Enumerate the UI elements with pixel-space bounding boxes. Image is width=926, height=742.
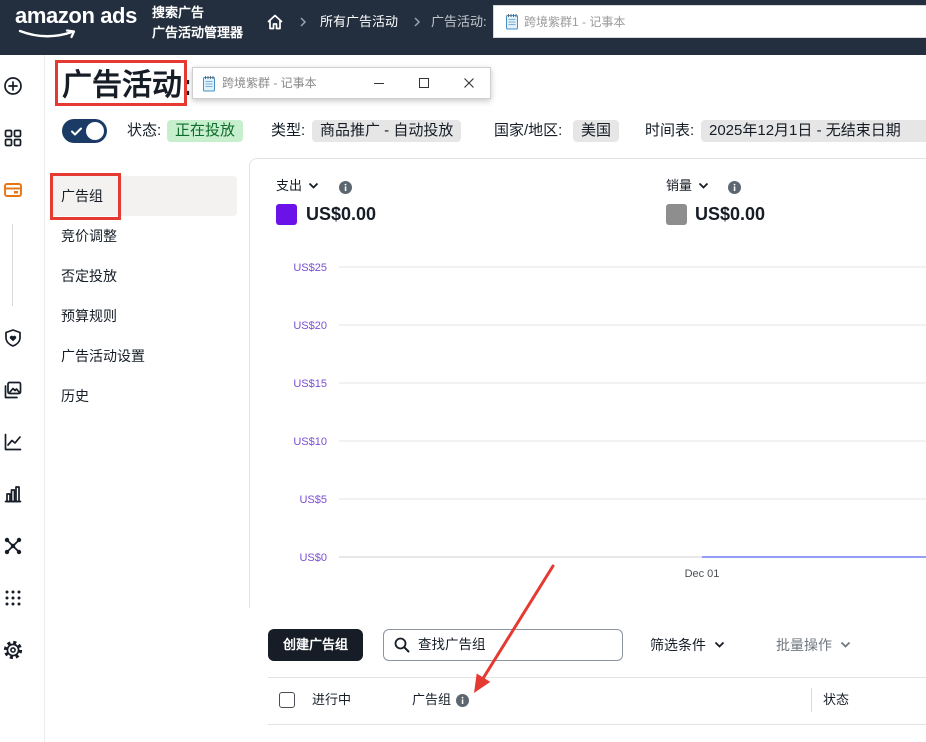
minimize-icon[interactable]	[373, 77, 385, 89]
check-icon	[71, 127, 82, 136]
notepad-window-titlebar[interactable]: 跨境紫群 - 记事本	[192, 67, 491, 99]
notepad-window-tab[interactable]: 跨境紫群1 - 记事本	[493, 5, 926, 38]
info-icon[interactable]	[456, 694, 469, 707]
status-label: 状态:	[127, 122, 162, 139]
metric-selector-sales[interactable]: 销量	[666, 178, 692, 194]
schedule-label: 时间表:	[645, 122, 695, 139]
line-chart-icon[interactable]	[3, 432, 23, 452]
country-label: 国家/地区:	[494, 122, 563, 139]
add-circle-icon[interactable]	[3, 76, 23, 96]
subnav-item-bid-adjustments[interactable]: 竞价调整	[50, 216, 237, 256]
highlight-box-ad-groups	[50, 173, 121, 220]
metric-color-swatch-spend	[276, 204, 297, 225]
campaign-enabled-toggle[interactable]	[62, 119, 107, 143]
subnav-item-campaign-settings[interactable]: 广告活动设置	[50, 336, 237, 376]
notepad-window-title: 跨境紫群 - 记事本	[222, 76, 317, 90]
metric-value-spend: US$0.00	[306, 204, 377, 224]
search-icon	[394, 637, 410, 653]
subnav-item-history[interactable]: 历史	[50, 376, 237, 416]
maximize-icon[interactable]	[418, 77, 430, 89]
column-header-ad-group[interactable]: 广告组	[412, 692, 451, 708]
bar-chart-icon[interactable]	[3, 484, 23, 504]
type-badge: 商品推广 - 自动投放	[312, 120, 462, 142]
breadcrumb-all-campaigns[interactable]: 所有广告活动	[320, 13, 398, 31]
toggle-knob	[86, 122, 104, 140]
left-icon-rail	[0, 55, 45, 742]
product-line-search-ads: 搜索广告	[152, 5, 205, 20]
breadcrumb-current-campaign: 广告活动:	[431, 14, 487, 29]
x-tick-label: Dec 01	[685, 568, 720, 580]
info-icon[interactable]	[339, 181, 352, 194]
notepad-icon	[203, 76, 215, 92]
metric-color-swatch-sales	[666, 204, 687, 225]
logo-wordmark: amazon ads	[15, 3, 137, 28]
y-tick-label: US$5	[299, 494, 327, 506]
metric-value-sales: US$0.00	[695, 204, 766, 224]
ad-group-search-input[interactable]: 查找广告组	[383, 629, 623, 661]
search-placeholder: 查找广告组	[418, 637, 486, 652]
table-header-bottom-border	[268, 724, 926, 725]
performance-line-chart: US$25 US$20 US$15 US$10 US$5 US$0 Dec 01	[293, 262, 926, 580]
y-tick-label: US$15	[293, 378, 327, 390]
dashboard-grid-icon[interactable]	[3, 128, 23, 148]
product-title[interactable]: 搜索广告 广告活动管理器	[152, 3, 243, 43]
chevron-right-icon	[300, 17, 307, 27]
column-resize-handle[interactable]	[811, 688, 812, 712]
filter-dropdown[interactable]: 筛选条件	[650, 636, 706, 654]
status-badge: 正在投放	[167, 120, 244, 142]
column-header-status[interactable]: 状态	[823, 692, 849, 708]
chevron-down-icon[interactable]	[308, 182, 319, 190]
close-icon[interactable]	[463, 77, 475, 89]
bulk-actions-dropdown[interactable]: 批量操作	[776, 636, 832, 654]
chevron-right-icon	[414, 17, 421, 27]
y-tick-label: US$10	[293, 436, 327, 448]
y-tick-label: US$25	[293, 262, 327, 274]
shield-icon[interactable]	[3, 328, 23, 348]
subnav-item-negative-targeting[interactable]: 否定投放	[50, 256, 237, 296]
chevron-down-icon[interactable]	[714, 641, 725, 649]
subnav-item-budget-rules[interactable]: 预算规则	[50, 296, 237, 336]
home-icon[interactable]	[266, 13, 284, 31]
amazon-smile-icon	[18, 29, 76, 39]
campaigns-icon[interactable]	[3, 180, 23, 200]
highlight-box-title	[55, 60, 187, 106]
country-badge: 美国	[573, 120, 620, 142]
select-all-checkbox[interactable]	[279, 692, 295, 708]
top-navigation-bar: amazon ads 搜索广告 广告活动管理器 所有广告活动 广告活动: 跨境紫…	[0, 0, 926, 55]
network-icon[interactable]	[3, 536, 23, 556]
schedule-badge: 2025年12月1日 - 无结束日期	[701, 120, 926, 142]
chevron-down-icon[interactable]	[840, 641, 851, 649]
amazon-ads-logo[interactable]: amazon ads	[15, 3, 137, 43]
create-ad-group-button[interactable]: 创建广告组	[268, 629, 363, 661]
notepad-icon	[506, 14, 518, 30]
info-icon[interactable]	[728, 181, 741, 194]
metric-selector-spend[interactable]: 支出	[276, 178, 302, 194]
rail-divider	[12, 224, 13, 306]
chevron-down-icon[interactable]	[698, 182, 709, 190]
images-icon[interactable]	[3, 380, 23, 400]
product-line-campaign-manager: 广告活动管理器	[152, 25, 244, 40]
notepad-tab-title: 跨境紫群1 - 记事本	[524, 15, 626, 29]
y-tick-label: US$20	[293, 320, 327, 332]
y-tick-label: US$0	[299, 552, 327, 564]
settings-gear-icon[interactable]	[3, 640, 23, 660]
type-label: 类型:	[271, 122, 306, 139]
column-header-active[interactable]: 进行中	[312, 692, 351, 708]
apps-grid-icon[interactable]	[3, 588, 23, 608]
table-top-border	[268, 677, 926, 678]
